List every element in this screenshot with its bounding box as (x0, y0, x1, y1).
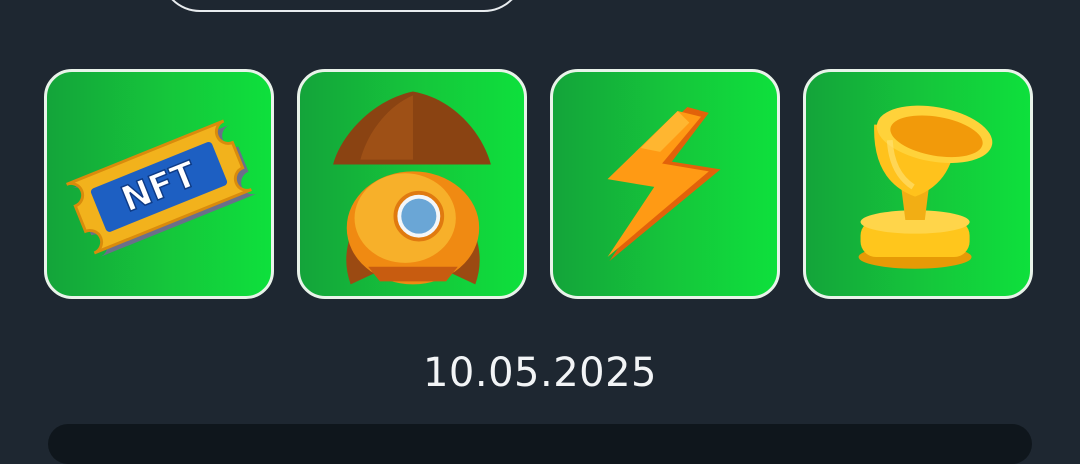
nft-ticket-icon: NFT (66, 119, 258, 257)
rocket-icon (333, 91, 491, 285)
rocket-card[interactable] (297, 69, 527, 299)
date-label: 10.05.2025 (422, 350, 658, 396)
lightning-icon (607, 107, 721, 261)
lightning-card[interactable] (550, 69, 780, 299)
top-pill-button[interactable] (160, 0, 524, 12)
trophy-card[interactable] (803, 69, 1033, 299)
trophy-icon (858, 105, 993, 269)
bottom-panel (48, 424, 1032, 464)
nft-ticket-card[interactable]: NFT (44, 69, 274, 299)
